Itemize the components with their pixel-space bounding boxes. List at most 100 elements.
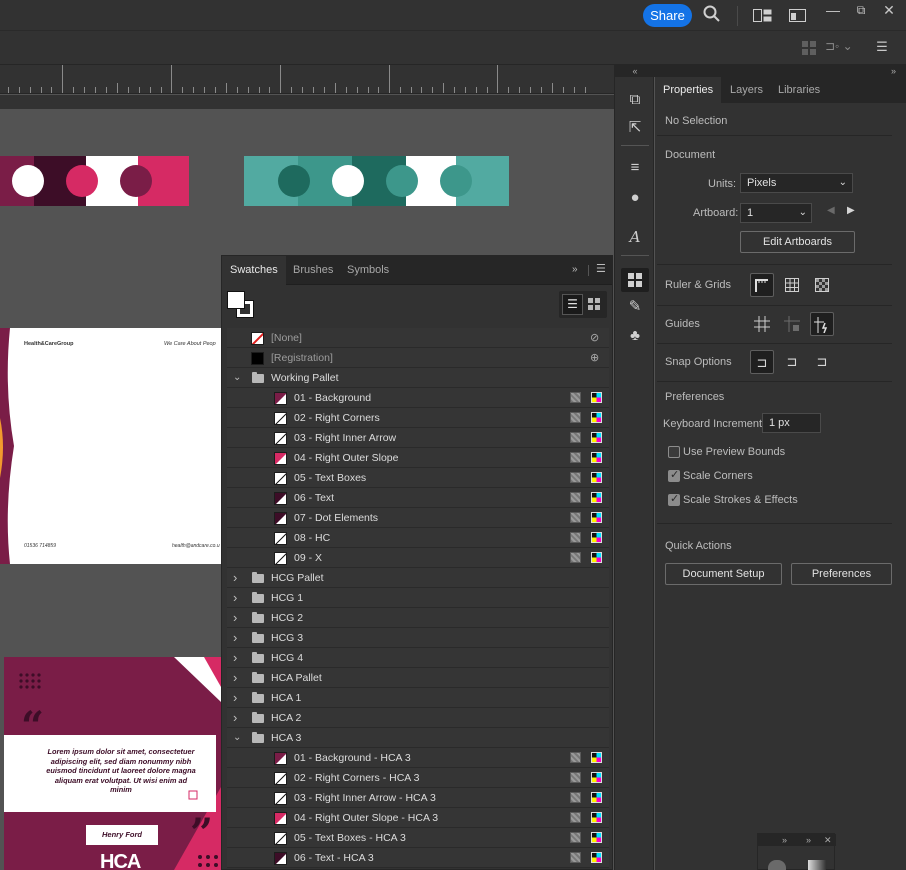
search-icon[interactable] — [701, 5, 723, 28]
previous-artboard-icon[interactable]: ◀ — [827, 205, 835, 216]
show-guides-icon[interactable] — [750, 312, 774, 336]
color-guide-icon[interactable] — [768, 860, 786, 870]
transparency-grid-icon[interactable] — [810, 273, 834, 297]
close-icon[interactable]: ✕ — [824, 834, 832, 846]
tab-symbols[interactable]: Symbols — [339, 256, 397, 285]
swatch-row[interactable]: 03 - Right Inner Arrow - HCA 3 — [227, 788, 609, 808]
collapse-panel-icon[interactable]: » — [572, 264, 578, 275]
brushes-icon[interactable]: ✎ — [624, 296, 646, 318]
expand-icon[interactable]: » — [782, 834, 787, 846]
chevron-right-icon[interactable]: › — [233, 608, 237, 628]
swatch-row[interactable]: 07 - Dot Elements — [227, 508, 609, 528]
smart-guides-icon[interactable] — [810, 312, 834, 336]
chevron-right-icon[interactable]: › — [233, 568, 237, 588]
tab-libraries[interactable]: Libraries — [778, 77, 820, 103]
symbols-icon[interactable]: ♣ — [624, 325, 646, 347]
artboard-select[interactable]: 1 ⌄ — [740, 203, 812, 223]
swatch-row[interactable]: 01 - Background — [227, 388, 609, 408]
swatch-group-row[interactable]: › HCG 4 — [227, 648, 609, 668]
snap-dropdown-icon[interactable]: ⊐◦ ⌄ — [825, 39, 855, 55]
swatch-group-row[interactable]: ⌄ HCA 3 — [227, 728, 609, 748]
character-icon[interactable]: A — [624, 226, 646, 248]
swatch-group-row[interactable]: ⌄ Working Pallet — [227, 368, 609, 388]
chevron-right-icon[interactable]: › — [233, 648, 237, 668]
keyboard-increment-input[interactable]: 1 px — [762, 413, 821, 433]
grid-icon[interactable] — [780, 273, 804, 297]
swatch-row[interactable]: 04 - Right Outer Slope - HCA 3 — [227, 808, 609, 828]
share-button[interactable]: Share — [643, 4, 692, 27]
swatch-row-registration[interactable]: [Registration] ⊕ — [227, 348, 609, 368]
swatch-row[interactable]: 08 - HC — [227, 528, 609, 548]
swatch-group-row[interactable]: › HCG 3 — [227, 628, 609, 648]
swatch-row-none[interactable]: [None] ⊘ — [227, 328, 609, 348]
snap-to-glyph-icon[interactable]: ⊐ — [810, 350, 834, 374]
rulers-icon[interactable] — [750, 273, 774, 297]
swatch-group-row[interactable]: › HCA Pallet — [227, 668, 609, 688]
swatch-row[interactable]: 04 - Right Outer Slope — [227, 448, 609, 468]
align-grid-icon[interactable] — [802, 41, 816, 55]
chevron-right-icon[interactable]: › — [233, 688, 237, 708]
restore-icon[interactable]: ⧉ — [851, 0, 871, 20]
swatch-row[interactable]: 02 - Right Corners - HCA 3 — [227, 768, 609, 788]
lock-guides-icon[interactable] — [780, 312, 804, 336]
next-artboard-icon[interactable]: ▶ — [847, 205, 855, 216]
stroke-panel-icon[interactable]: ≡ — [624, 157, 646, 179]
grid-view-icon[interactable] — [586, 296, 603, 313]
artboards-icon[interactable]: ⧉ — [624, 89, 646, 111]
hca-card-artboard[interactable]: “ ” Lorem ipsum dolor sit amet, consecte… — [4, 657, 221, 870]
collapse-icon[interactable]: » — [806, 834, 811, 846]
preferences-button[interactable]: Preferences — [791, 563, 892, 585]
swatch-group-row[interactable]: › HCA 1 — [227, 688, 609, 708]
tab-swatches[interactable]: Swatches — [222, 256, 286, 285]
chevron-right-icon[interactable]: › — [233, 708, 237, 728]
fill-stroke-indicator[interactable] — [227, 291, 255, 319]
swatches-panel-icon[interactable] — [621, 268, 649, 292]
expand-panels-icon[interactable]: « — [615, 65, 655, 77]
transparency-icon[interactable]: ● — [624, 187, 646, 209]
swatch-row[interactable]: 01 - Background - HCA 3 — [227, 748, 609, 768]
swatch-group-row[interactable]: › HCG 2 — [227, 608, 609, 628]
snap-to-pixel-icon[interactable]: ⊐ — [780, 350, 804, 374]
chevron-right-icon[interactable]: › — [233, 628, 237, 648]
arrange-documents-icon[interactable] — [753, 9, 772, 22]
swatch-group-row[interactable]: › HCA 2 — [227, 708, 609, 728]
swatch-row[interactable]: 06 - Text — [227, 488, 609, 508]
color-strip-burgundy[interactable] — [0, 156, 190, 207]
document-setup-button[interactable]: Document Setup — [665, 563, 782, 585]
swatch-row[interactable]: 06 - Text - HCA 3 — [227, 848, 609, 868]
list-view-icon[interactable]: ☰ — [562, 294, 583, 315]
tab-layers[interactable]: Layers — [730, 77, 763, 103]
workspace-icon[interactable] — [789, 9, 806, 22]
global-color-icon — [570, 532, 581, 543]
fill-swatch[interactable] — [227, 291, 245, 309]
chevron-down-icon[interactable]: ⌄ — [233, 728, 241, 748]
units-select[interactable]: Pixels ⌄ — [740, 173, 853, 193]
gradient-icon[interactable] — [808, 860, 826, 870]
collapse-dock-icon[interactable]: » — [891, 65, 896, 77]
cmyk-mode-icon — [591, 852, 602, 863]
snap-to-point-icon[interactable]: ⊐ — [750, 350, 774, 374]
chevron-down-icon[interactable]: ⌄ — [233, 368, 241, 388]
swatch-row[interactable]: 09 - X — [227, 548, 609, 568]
letterhead-artboard[interactable]: Health&CareGroup We Care About Peop 0153… — [0, 328, 221, 564]
chevron-right-icon[interactable]: › — [233, 668, 237, 688]
color-strip-teal[interactable] — [244, 156, 510, 207]
tab-properties[interactable]: Properties — [655, 77, 722, 103]
minimize-icon[interactable]: — — [823, 0, 843, 20]
tab-brushes[interactable]: Brushes — [285, 256, 341, 285]
swatch-row[interactable]: 05 - Text Boxes - HCA 3 — [227, 828, 609, 848]
panel-menu-icon[interactable]: ☰ — [873, 37, 891, 57]
swatch-group-row[interactable]: › HCG Pallet — [227, 568, 609, 588]
swatch-row[interactable]: 03 - Right Inner Arrow — [227, 428, 609, 448]
export-icon[interactable]: ⇱ — [624, 117, 646, 139]
close-icon[interactable]: ✕ — [879, 0, 899, 20]
panel-menu-icon[interactable]: ☰ — [596, 262, 606, 275]
scale-corners-checkbox[interactable] — [668, 468, 680, 482]
swatch-row[interactable]: 02 - Right Corners — [227, 408, 609, 428]
swatch-group-row[interactable]: › HCG 1 — [227, 588, 609, 608]
scale-strokes-checkbox[interactable] — [668, 492, 680, 506]
chevron-right-icon[interactable]: › — [233, 588, 237, 608]
use-preview-bounds-checkbox[interactable] — [668, 446, 680, 458]
swatch-row[interactable]: 05 - Text Boxes — [227, 468, 609, 488]
edit-artboards-button[interactable]: Edit Artboards — [740, 231, 855, 253]
